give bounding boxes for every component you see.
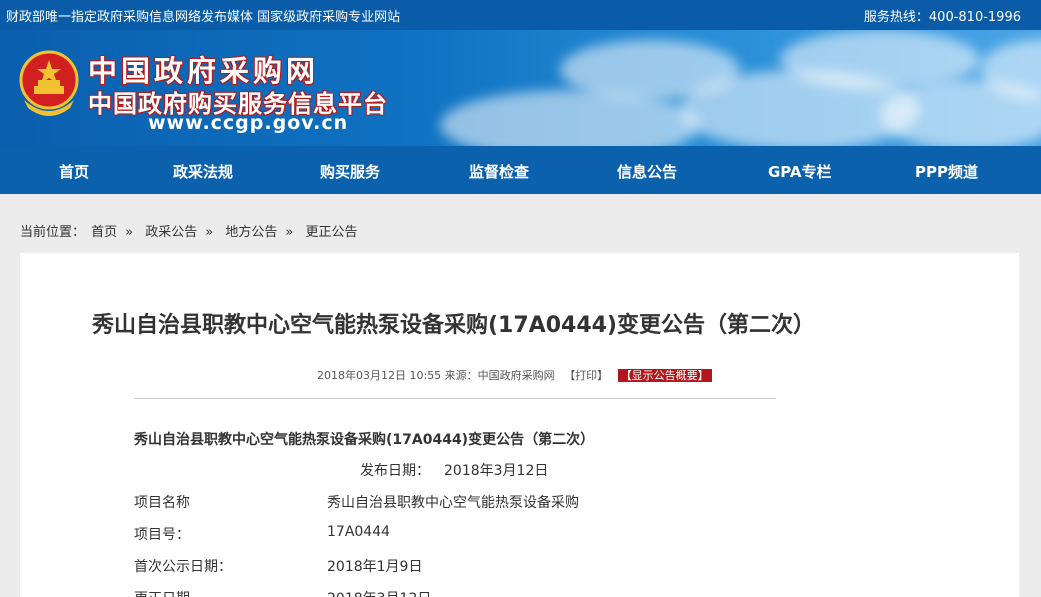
row-key: 更正日期	[134, 588, 190, 597]
divider	[134, 398, 776, 399]
breadcrumb-separator: »	[125, 225, 134, 240]
row-key: 项目名称	[134, 495, 190, 511]
print-link[interactable]: 【打印】	[564, 369, 608, 382]
service-hotline: 服务热线：400-810-1996	[863, 10, 1021, 25]
breadcrumb-procurement[interactable]: 政采公告	[145, 225, 197, 240]
main-nav: 首页 政采法规 购买服务 监督检查 信息公告 GPA专栏 PPP频道	[0, 146, 1041, 194]
breadcrumb-local[interactable]: 地方公告	[225, 225, 277, 240]
info-row: 首次公示日期： 2018年1月9日	[134, 556, 734, 576]
row-value: 秀山自治县职教中心空气能热泵设备采购	[327, 495, 579, 511]
breadcrumb-separator: »	[285, 225, 294, 240]
nav-regulations[interactable]: 政采法规	[173, 161, 233, 182]
site-slogan: 财政部唯一指定政府采购信息网络发布媒体 国家级政府采购专业网站	[6, 10, 401, 25]
nav-supervision[interactable]: 监督检查	[469, 161, 529, 182]
content-title: 秀山自治县职教中心空气能热泵设备采购(17A0444)变更公告（第二次）	[134, 432, 595, 448]
pubdate-value: 2018年3月12日	[444, 463, 549, 479]
site-banner: 中国政府采购网 中国政府购买服务信息平台 www.ccgp.gov.cn	[0, 30, 1041, 146]
info-row: 项目号： 17A0444	[134, 524, 734, 544]
row-value: 2018年1月9日	[327, 559, 423, 575]
row-key: 首次公示日期：	[134, 559, 232, 575]
nav-gpa[interactable]: GPA专栏	[768, 161, 832, 182]
nav-purchase-services[interactable]: 购买服务	[320, 161, 380, 182]
site-url: www.ccgp.gov.cn	[148, 112, 349, 134]
info-row: 项目名称 秀山自治县职教中心空气能热泵设备采购	[134, 492, 734, 512]
article-panel: 秀山自治县职教中心空气能热泵设备采购(17A0444)变更公告（第二次） 201…	[20, 253, 1019, 597]
content-pubdate: 发布日期： 2018年3月12日	[360, 460, 548, 480]
nav-home[interactable]: 首页	[59, 161, 89, 182]
breadcrumb-home[interactable]: 首页	[91, 225, 117, 240]
show-summary-button[interactable]: 【显示公告概要】	[617, 369, 712, 382]
article-title: 秀山自治县职教中心空气能热泵设备采购(17A0444)变更公告（第二次）	[92, 313, 815, 338]
nav-announcements[interactable]: 信息公告	[617, 161, 677, 182]
row-value: 2018年3月12日	[327, 588, 431, 597]
breadcrumb-prefix: 当前位置：	[20, 225, 86, 240]
row-key: 项目号：	[134, 527, 190, 543]
info-row: 更正日期 2018年3月12日	[134, 588, 734, 597]
article-meta: 2018年03月12日 10:55 来源：中国政府采购网 【打印】 【显示公告概…	[317, 367, 712, 383]
national-emblem-icon	[19, 50, 79, 116]
row-value: 17A0444	[327, 524, 391, 540]
top-info-bar: 财政部唯一指定政府采购信息网络发布媒体 国家级政府采购专业网站 服务热线：400…	[0, 0, 1041, 30]
breadcrumb: 当前位置： 首页 » 政采公告 » 地方公告 » 更正公告	[20, 221, 360, 240]
publish-info: 2018年03月12日 10:55 来源：中国政府采购网	[317, 369, 555, 382]
breadcrumb-correction[interactable]: 更正公告	[306, 225, 358, 240]
nav-ppp[interactable]: PPP频道	[915, 161, 978, 182]
breadcrumb-separator: »	[205, 225, 214, 240]
pubdate-label: 发布日期：	[360, 463, 430, 479]
